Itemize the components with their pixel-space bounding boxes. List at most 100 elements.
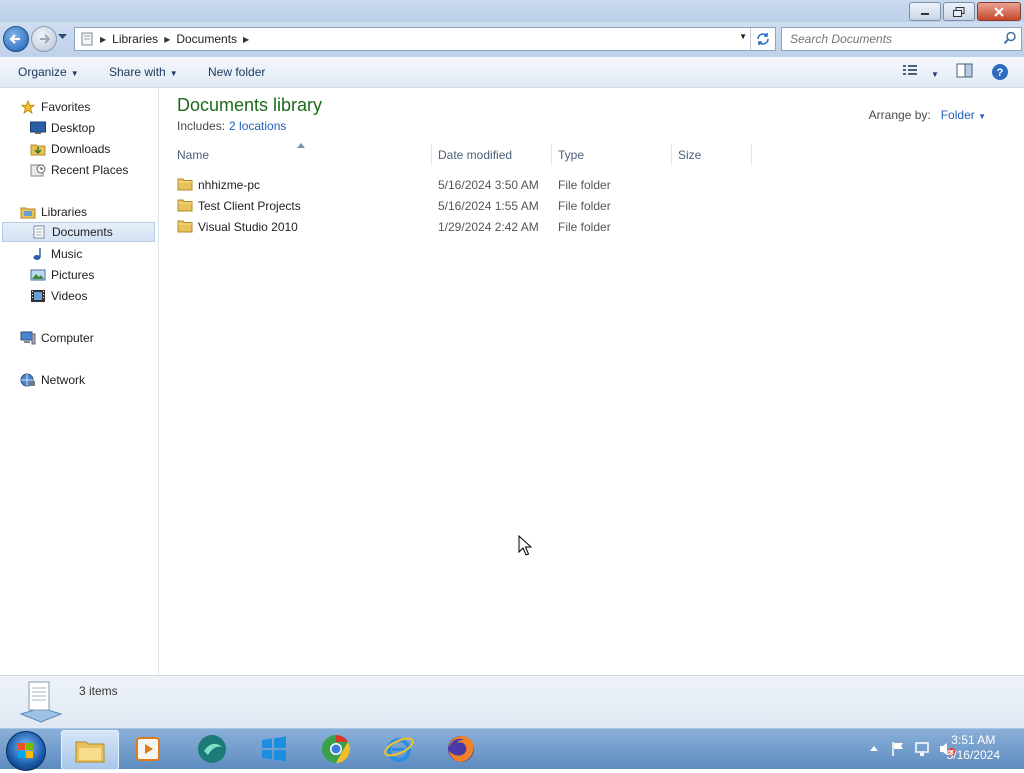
- nav-libraries[interactable]: Libraries: [20, 202, 87, 222]
- search-input[interactable]: [788, 28, 992, 50]
- column-divider[interactable]: [751, 144, 752, 166]
- column-header-size[interactable]: Size: [678, 144, 750, 166]
- minimize-icon: [921, 12, 929, 15]
- documents-icon: [33, 225, 45, 239]
- taskbar-windows-store[interactable]: [246, 730, 302, 768]
- nav-network[interactable]: Network: [20, 370, 85, 390]
- nav-downloads[interactable]: Downloads: [30, 139, 110, 159]
- file-type: File folder: [558, 199, 611, 213]
- restore-button[interactable]: [943, 2, 975, 21]
- start-button[interactable]: [6, 731, 46, 771]
- taskbar-chrome[interactable]: [308, 730, 364, 768]
- column-header-type[interactable]: Type: [558, 144, 670, 166]
- preview-pane-icon: [956, 63, 973, 78]
- folder-icon: [177, 220, 193, 233]
- nav-documents-label: Documents: [52, 225, 113, 239]
- clock-date: 5/16/2024: [946, 748, 1000, 762]
- file-row[interactable]: Visual Studio 2010 1/29/2024 2:42 AM Fil…: [177, 216, 737, 237]
- arrow-left-icon: [9, 34, 20, 44]
- address-dropdown-icon[interactable]: ▼: [739, 32, 747, 41]
- show-hidden-icons-button[interactable]: [870, 745, 878, 751]
- chevron-right-icon[interactable]: ▶: [243, 35, 249, 44]
- taskbar-media-player[interactable]: [120, 730, 176, 768]
- taskbar-internet-explorer[interactable]: [371, 730, 427, 768]
- column-date-label: Date modified: [438, 148, 513, 162]
- includes-locations-link[interactable]: 2 locations: [229, 119, 286, 133]
- file-row[interactable]: nhhizme-pc 5/16/2024 3:50 AM File folder: [177, 174, 737, 195]
- refresh-button[interactable]: [750, 28, 775, 50]
- nav-music[interactable]: Music: [30, 244, 82, 264]
- taskbar-app[interactable]: [184, 730, 240, 768]
- computer-icon: [20, 331, 36, 345]
- file-name: Visual Studio 2010: [198, 220, 298, 234]
- includes-label: Includes:: [177, 119, 226, 133]
- address-bar[interactable]: ▶ Libraries ▶ Documents ▶ ▼: [74, 27, 776, 51]
- windows-logo-icon: [18, 743, 33, 758]
- recent-pages-dropdown[interactable]: [58, 34, 67, 40]
- desktop-icon: [30, 121, 46, 134]
- column-header-name[interactable]: Name: [177, 143, 431, 166]
- nav-music-label: Music: [51, 247, 83, 261]
- caption-buttons: [909, 2, 1021, 21]
- minimize-button[interactable]: [909, 2, 941, 21]
- help-button[interactable]: ?: [991, 63, 1009, 84]
- nav-pictures[interactable]: Pictures: [30, 265, 94, 285]
- library-title: Documents library: [177, 95, 323, 115]
- view-list-icon: [903, 65, 917, 75]
- search-icon[interactable]: [1003, 31, 1017, 45]
- nav-network-label: Network: [41, 373, 86, 387]
- chevron-down-icon: ▼: [931, 70, 939, 79]
- app-icon: [198, 735, 226, 763]
- videos-icon: [31, 290, 45, 302]
- new-folder-label: New folder: [208, 65, 266, 79]
- firefox-icon: [448, 736, 474, 762]
- breadcrumb-documents[interactable]: Documents: [176, 32, 237, 46]
- nav-videos[interactable]: Videos: [30, 286, 87, 306]
- close-button[interactable]: [977, 2, 1021, 21]
- help-icon: ?: [992, 64, 1008, 80]
- arrange-by-dropdown[interactable]: Folder ▼: [941, 108, 986, 122]
- column-divider[interactable]: [551, 144, 552, 166]
- flag-icon[interactable]: [890, 741, 906, 757]
- network-tray-icon[interactable]: [914, 741, 932, 757]
- column-divider[interactable]: [671, 144, 672, 166]
- column-type-label: Type: [558, 148, 585, 162]
- nav-favorites[interactable]: Favorites: [20, 97, 90, 117]
- nav-computer[interactable]: Computer: [20, 328, 94, 348]
- view-options-dropdown[interactable]: ▼: [927, 66, 939, 80]
- back-button[interactable]: [3, 26, 29, 52]
- address-row: ▶ Libraries ▶ Documents ▶ ▼: [0, 22, 1024, 57]
- nav-desktop[interactable]: Desktop: [30, 118, 95, 138]
- clock-time: 3:51 AM: [951, 733, 996, 747]
- change-view-button[interactable]: [902, 63, 918, 80]
- close-icon: [994, 6, 1004, 17]
- item-count: 3 items: [79, 684, 118, 698]
- breadcrumb-libraries[interactable]: Libraries: [112, 32, 158, 46]
- search-box[interactable]: [781, 27, 1022, 51]
- organize-menu[interactable]: Organize ▼: [18, 65, 79, 79]
- file-row[interactable]: Test Client Projects 5/16/2024 1:55 AM F…: [177, 195, 737, 216]
- file-date: 5/16/2024 1:55 AM: [438, 199, 539, 213]
- taskbar-firefox[interactable]: [433, 730, 489, 768]
- documents-library-icon: [19, 681, 63, 723]
- content-area: Documents library Includes: 2 locations A…: [159, 88, 1024, 675]
- nav-downloads-label: Downloads: [51, 142, 111, 156]
- nav-computer-label: Computer: [41, 331, 94, 345]
- column-divider[interactable]: [431, 144, 432, 166]
- nav-recent-places[interactable]: Recent Places: [30, 160, 128, 180]
- folder-icon: [177, 178, 193, 191]
- preview-pane-button[interactable]: [956, 63, 974, 82]
- share-with-menu[interactable]: Share with ▼: [109, 65, 178, 79]
- nav-documents[interactable]: Documents: [2, 222, 155, 242]
- forward-button[interactable]: [31, 26, 57, 52]
- new-folder-button[interactable]: New folder: [208, 65, 265, 79]
- chevron-down-icon: ▼: [169, 69, 178, 78]
- column-header-date[interactable]: Date modified: [438, 144, 550, 166]
- taskbar-explorer[interactable]: [61, 730, 119, 770]
- mouse-cursor-icon: [518, 535, 532, 556]
- organize-label: Organize: [18, 65, 67, 79]
- arrange-by: Arrange by: Folder ▼: [869, 108, 986, 122]
- clock[interactable]: 3:51 AM 5/16/2024: [947, 733, 1000, 763]
- taskbar: 3:51 AM 5/16/2024: [0, 728, 1024, 771]
- sort-ascending-icon: [297, 143, 305, 148]
